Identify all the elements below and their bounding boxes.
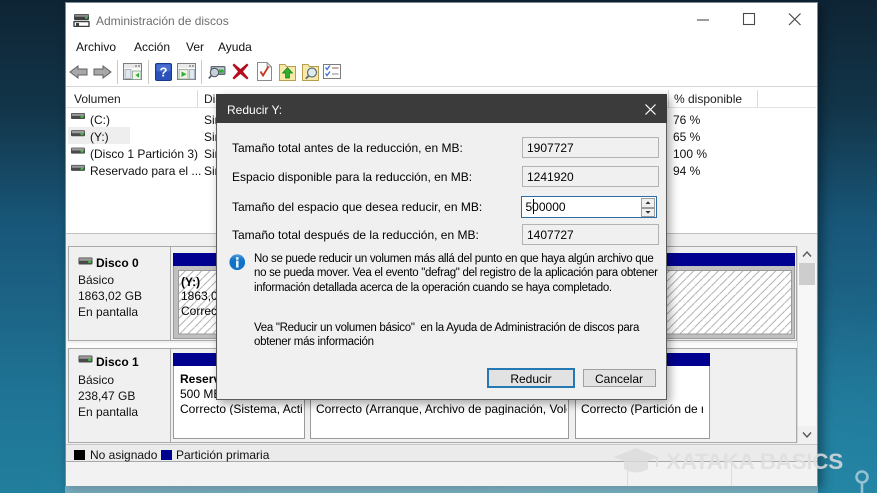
svg-text:?: ? [160,65,168,80]
